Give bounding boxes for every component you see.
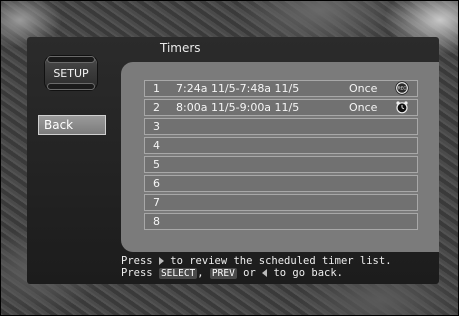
rec-icon-text: REC xyxy=(398,86,407,91)
setup-label: SETUP xyxy=(53,67,89,80)
timer-row[interactable]: 3 xyxy=(144,118,418,135)
help-go-back-text: to go back. xyxy=(273,267,343,279)
timer-time-range: 8:00a 11/5-9:00a 11/5 xyxy=(176,101,300,114)
timer-number: 6 xyxy=(153,177,160,190)
select-key-label: SELECT xyxy=(158,268,198,279)
back-button[interactable]: Back xyxy=(38,115,106,135)
setup-button-top-edge xyxy=(47,56,95,63)
rec-icon: REC xyxy=(395,81,409,95)
timer-row[interactable]: 2 8:00a 11/5-9:00a 11/5 Once xyxy=(144,99,418,116)
timer-time-range: 7:24a 11/5-7:48a 11/5 xyxy=(176,82,300,95)
setup-button-bottom-edge xyxy=(47,83,95,90)
help-line-2: Press SELECT, PREV or to go back. xyxy=(121,267,392,279)
help-text: Press to review the scheduled timer list… xyxy=(121,255,392,279)
timer-frequency: Once xyxy=(349,82,378,95)
prev-key-label: PREV xyxy=(209,268,237,279)
timer-number: 4 xyxy=(153,139,160,152)
timer-number: 2 xyxy=(153,101,160,114)
help-comma: , xyxy=(197,267,204,279)
timer-row[interactable]: 6 xyxy=(144,175,418,192)
timer-row[interactable]: 7 xyxy=(144,194,418,211)
alarm-clock-icon xyxy=(396,101,408,114)
timer-list: 1 7:24a 11/5-7:48a 11/5 Once REC 2 8:00a… xyxy=(144,80,418,232)
timer-number: 3 xyxy=(153,120,160,133)
timer-row[interactable]: 1 7:24a 11/5-7:48a 11/5 Once REC xyxy=(144,80,418,97)
setup-button[interactable]: SETUP xyxy=(45,56,97,90)
right-arrow-icon xyxy=(158,257,164,265)
timer-number: 5 xyxy=(153,158,160,171)
timer-number: 7 xyxy=(153,196,160,209)
page-title: Timers xyxy=(160,41,201,55)
help-press-text: Press xyxy=(121,267,153,279)
left-arrow-icon xyxy=(262,269,268,277)
timer-number: 8 xyxy=(153,215,160,228)
timer-row[interactable]: 8 xyxy=(144,213,418,230)
timer-row[interactable]: 5 xyxy=(144,156,418,173)
help-line-1: Press to review the scheduled timer list… xyxy=(121,255,392,267)
timer-frequency: Once xyxy=(349,101,378,114)
help-or-text: or xyxy=(243,267,256,279)
timer-number: 1 xyxy=(153,82,160,95)
help-press-text: Press xyxy=(121,255,153,267)
help-review-text: to review the scheduled timer list. xyxy=(170,255,392,267)
timer-row[interactable]: 4 xyxy=(144,137,418,154)
